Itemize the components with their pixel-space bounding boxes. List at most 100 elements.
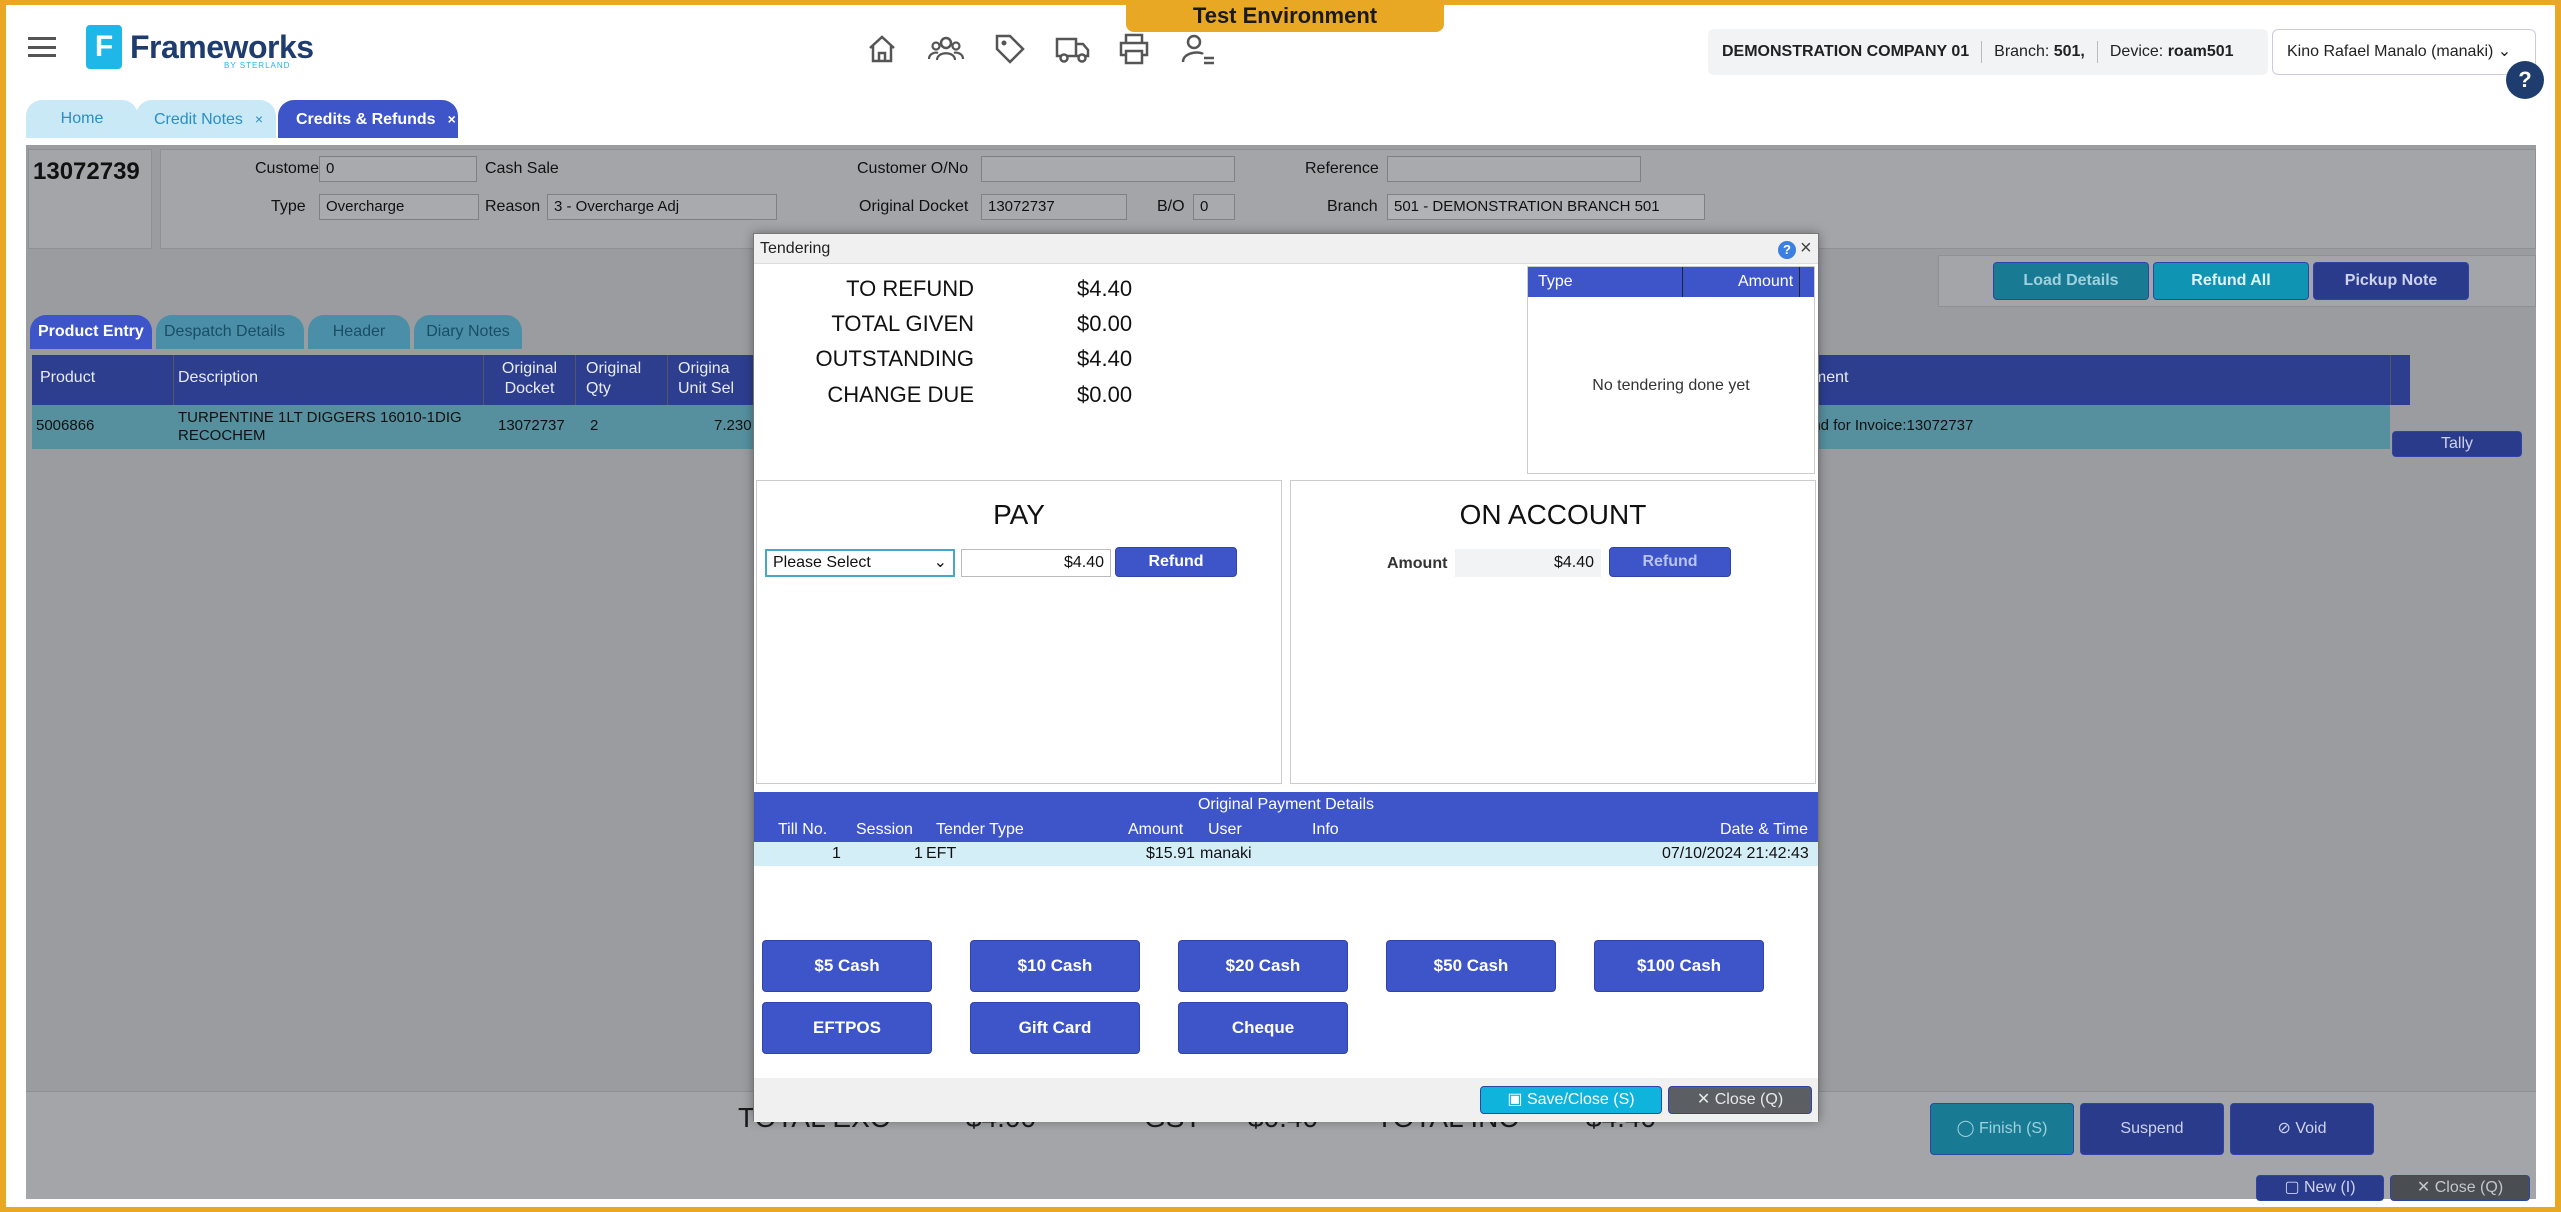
on-account-refund-button[interactable]: Refund: [1609, 547, 1731, 577]
save-close-button[interactable]: ▣ Save/Close (S): [1480, 1086, 1662, 1114]
gift-card-button[interactable]: Gift Card: [970, 1002, 1140, 1054]
col-original-unit-sell[interactable]: Origina Unit Sel: [668, 355, 758, 405]
row-unit-sell: 7.230: [714, 417, 752, 434]
load-details-button[interactable]: Load Details: [1993, 262, 2149, 300]
outstanding-value: $4.40: [1077, 346, 1133, 371]
payment-amount: $15.91: [1146, 845, 1195, 862]
change-due-value: $0.00: [1077, 382, 1133, 407]
tally-button[interactable]: Tally: [2392, 431, 2522, 457]
tab-credits-refunds[interactable]: Credits & Refunds ×: [278, 100, 458, 138]
help-icon[interactable]: ?: [1778, 241, 1796, 259]
tab-close-icon[interactable]: ×: [255, 111, 263, 127]
row-docket: 13072737: [498, 417, 565, 434]
col-product[interactable]: Product: [32, 355, 174, 405]
home-icon[interactable]: [862, 29, 902, 69]
finish-button[interactable]: ◯ Finish (S): [1930, 1103, 2074, 1155]
col-original-docket[interactable]: Original Docket: [484, 355, 576, 405]
col-description[interactable]: Description: [174, 355, 484, 405]
close-main-button-label: Close (Q): [2434, 1179, 2504, 1196]
doc-number-panel: 13072739: [28, 149, 152, 249]
payment-row[interactable]: 1 1 EFT $15.91 manaki 07/10/2024 21:42:4…: [754, 842, 1818, 866]
action-button-panel: Load Details Refund All Pickup Note: [1938, 255, 2536, 307]
subtab-product-entry[interactable]: Product Entry: [30, 315, 152, 349]
payment-tender: EFT: [926, 845, 957, 862]
device-value: roam501: [2167, 43, 2234, 60]
tender-type-select[interactable]: Please Select ⌄: [765, 549, 955, 577]
total-given-label: TOTAL GIVEN: [831, 311, 974, 336]
user-menu[interactable]: Kino Rafael Manalo (manaki) ⌄: [2272, 29, 2536, 75]
subtab-despatch-details[interactable]: Despatch Details: [156, 315, 304, 349]
new-button[interactable]: ▢ New (I): [2256, 1175, 2384, 1201]
cheque-button[interactable]: Cheque: [1178, 1002, 1348, 1054]
subtab-diary-notes[interactable]: Diary Notes: [414, 315, 522, 349]
dialog-footer: ▣ Save/Close (S) ✕ Close (Q): [754, 1078, 1818, 1122]
col-amount: Amount: [1128, 821, 1184, 838]
pay-title: PAY: [993, 499, 1045, 530]
frameworks-logo-icon[interactable]: F: [86, 25, 122, 69]
cash-5-button[interactable]: $5 Cash: [762, 940, 932, 992]
pay-amount-input[interactable]: $4.40: [961, 549, 1111, 577]
tender-empty-message: No tendering done yet: [1592, 377, 1750, 394]
branch-value: 501,: [2053, 43, 2085, 60]
tender-grid: Type Amount No tendering done yet: [1527, 266, 1815, 474]
tab-home[interactable]: Home: [26, 100, 138, 138]
reference-label: Reference: [1305, 160, 1379, 177]
top-bar: F Frameworks BY STERLAND Test Environmen…: [6, 5, 2555, 99]
change-due-label: CHANGE DUE: [827, 382, 974, 407]
reference-input[interactable]: [1387, 156, 1641, 182]
cash-100-button[interactable]: $100 Cash: [1594, 940, 1764, 992]
subtab-header[interactable]: Header: [308, 315, 410, 349]
new-document-icon: ▢: [2284, 1179, 2304, 1196]
customer-input[interactable]: 0: [319, 156, 477, 182]
tab-close-icon[interactable]: ×: [448, 111, 456, 127]
tab-credit-notes[interactable]: Credit Notes ×: [136, 100, 276, 138]
branch-select[interactable]: 501 - DEMONSTRATION BRANCH 501: [1387, 194, 1705, 220]
close-icon[interactable]: ×: [1800, 238, 1812, 258]
help-chat-icon[interactable]: ?: [2506, 61, 2544, 99]
dialog-close-button[interactable]: ✕ Close (Q): [1668, 1086, 1812, 1114]
new-button-label: New (I): [2304, 1179, 2356, 1196]
col-original-qty-line1: Original: [586, 360, 642, 377]
col-comment[interactable]: nment: [1804, 355, 2390, 405]
cash-50-button[interactable]: $50 Cash: [1386, 940, 1556, 992]
bo-label: B/O: [1157, 198, 1185, 215]
original-docket-input[interactable]: 13072737: [981, 194, 1127, 220]
pickup-note-button[interactable]: Pickup Note: [2313, 262, 2469, 300]
eftpos-button[interactable]: EFTPOS: [762, 1002, 932, 1054]
pay-panel: PAY Please Select ⌄ $4.40 Refund: [756, 480, 1282, 784]
cash-10-button[interactable]: $10 Cash: [970, 940, 1140, 992]
refund-all-button[interactable]: Refund All: [2153, 262, 2309, 300]
tender-type-col: Type: [1538, 273, 1573, 290]
truck-icon[interactable]: [1052, 29, 1092, 69]
people-icon[interactable]: [926, 29, 966, 69]
tag-icon[interactable]: [990, 29, 1030, 69]
pay-refund-button[interactable]: Refund: [1115, 547, 1237, 577]
to-refund-value: $4.40: [1077, 276, 1133, 301]
reason-select[interactable]: 3 - Overcharge Adj: [547, 194, 777, 220]
on-account-panel: ON ACCOUNT Amount $4.40 Refund: [1290, 480, 1816, 784]
close-main-button[interactable]: ✕ Close (Q): [2390, 1175, 2530, 1201]
cash-20-button[interactable]: $20 Cash: [1178, 940, 1348, 992]
col-original-qty[interactable]: Original Qty: [576, 355, 668, 405]
tab-credits-refunds-label: Credits & Refunds: [296, 111, 436, 128]
hamburger-menu-icon[interactable]: [28, 37, 56, 57]
tender-type-placeholder: Please Select: [773, 554, 871, 571]
user-settings-icon[interactable]: [1178, 29, 1218, 69]
customer-label: Customer: [255, 160, 325, 177]
company-info: DEMONSTRATION COMPANY 01 Branch: 501, Devi…: [1708, 29, 2268, 75]
col-till: Till No.: [778, 821, 828, 838]
void-button-label: Void: [2295, 1120, 2327, 1137]
tender-amount-col: Amount: [1738, 273, 1794, 290]
row-description-line2: RECOCHEM: [178, 427, 266, 444]
customer-ono-input[interactable]: [981, 156, 1235, 182]
col-session: Session: [856, 821, 913, 838]
col-original-unit-line2: Unit Sel: [678, 380, 735, 397]
original-docket-label: Original Docket: [859, 198, 969, 215]
type-select[interactable]: Overcharge: [319, 194, 479, 220]
printer-icon[interactable]: [1114, 29, 1154, 69]
device-label: Device:: [2109, 43, 2164, 60]
void-button[interactable]: ⊘ Void: [2230, 1103, 2374, 1155]
suspend-button[interactable]: Suspend: [2080, 1103, 2224, 1155]
branch-field-label: Branch: [1327, 198, 1378, 215]
bo-input[interactable]: 0: [1193, 194, 1235, 220]
